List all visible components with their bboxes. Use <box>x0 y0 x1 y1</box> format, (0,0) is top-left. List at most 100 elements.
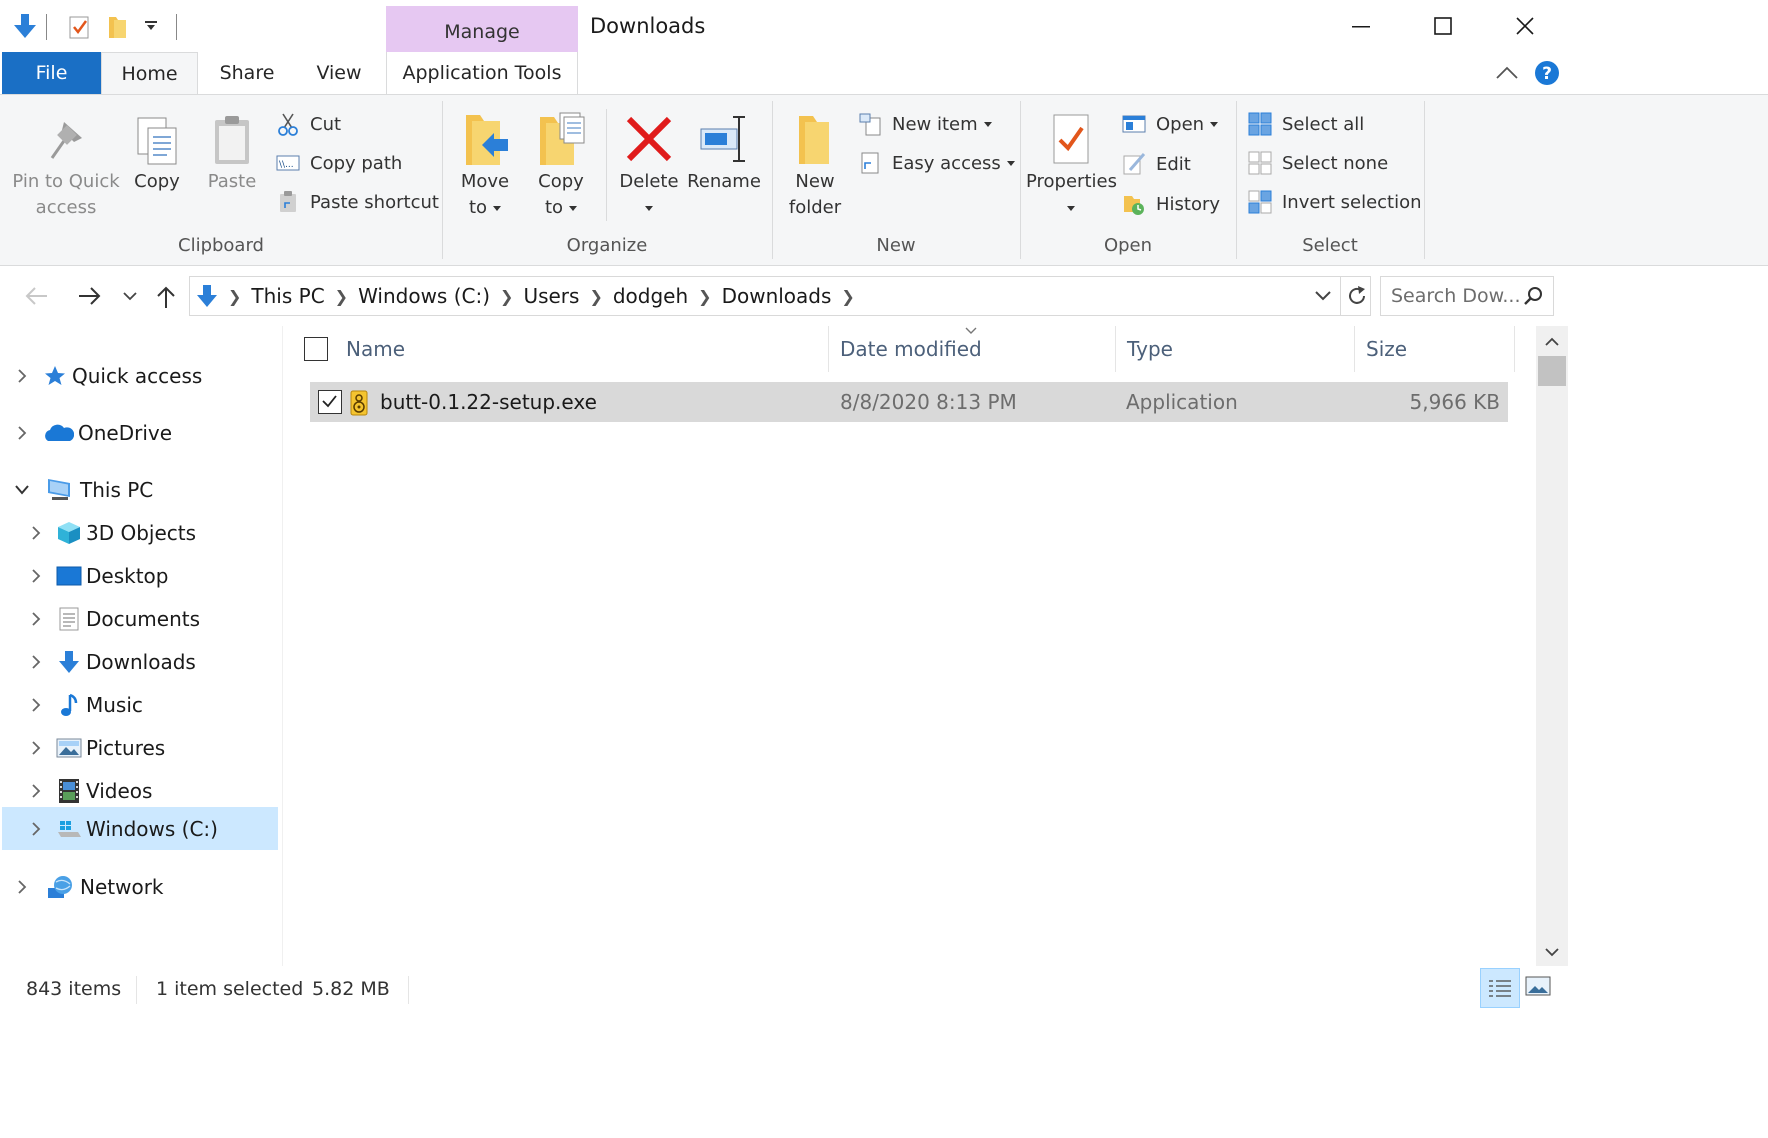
cut-button[interactable]: Cut <box>276 109 341 139</box>
move-to-button[interactable]: Move to <box>452 109 518 221</box>
history-button[interactable]: History <box>1122 189 1220 219</box>
back-arrow-icon[interactable] <box>24 286 50 306</box>
nav-item-documents[interactable]: Documents <box>28 598 200 640</box>
breadcrumb-chevron-icon[interactable]: ❯ <box>589 287 602 306</box>
tab-view[interactable]: View <box>296 52 382 94</box>
nav-item-network[interactable]: Network <box>14 866 164 908</box>
paste-button[interactable]: Paste <box>200 113 264 195</box>
nav-item-this-pc[interactable]: This PC <box>14 469 153 511</box>
column-header-type[interactable]: Type <box>1115 326 1354 372</box>
open-button[interactable]: Open <box>1122 109 1219 139</box>
nav-item-desktop[interactable]: Desktop <box>28 555 168 597</box>
pin-to-quick-access-button[interactable]: Pin to Quick access <box>10 113 122 221</box>
close-button[interactable] <box>1484 0 1566 52</box>
maximize-button[interactable] <box>1402 0 1484 52</box>
breadcrumb-windows-c[interactable]: Windows (C:) <box>358 284 490 308</box>
address-bar[interactable]: ❯ This PC ❯ Windows (C:) ❯ Users ❯ dodge… <box>189 276 1371 316</box>
nav-item-windows-c[interactable]: Windows (C:) <box>28 808 218 850</box>
expand-chevron-icon[interactable] <box>28 611 44 627</box>
breadcrumb-downloads[interactable]: Downloads <box>722 284 832 308</box>
qat-customize-chevron-icon[interactable] <box>144 20 158 32</box>
copy-to-button[interactable]: Copy to <box>528 109 594 221</box>
select-all-button[interactable]: Select all <box>1248 109 1364 139</box>
checkmark-icon <box>322 395 337 408</box>
expand-chevron-icon[interactable] <box>28 654 44 670</box>
table-row[interactable]: butt-0.1.22-setup.exe 8/8/2020 8:13 PM A… <box>310 382 1508 422</box>
edit-button[interactable]: Edit <box>1122 149 1191 179</box>
nav-item-music[interactable]: Music <box>28 684 143 726</box>
properties-check-icon[interactable] <box>68 14 92 40</box>
minimize-button[interactable] <box>1320 0 1402 52</box>
expand-chevron-icon[interactable] <box>28 740 44 756</box>
rename-button[interactable]: Rename <box>686 109 762 195</box>
address-history-chevron-icon[interactable] <box>1314 289 1332 303</box>
scroll-down-arrow-icon[interactable] <box>1544 946 1560 958</box>
expand-chevron-icon[interactable] <box>28 568 44 584</box>
expand-chevron-icon[interactable] <box>14 879 30 895</box>
expand-chevron-icon[interactable] <box>28 783 44 799</box>
nav-item-pictures[interactable]: Pictures <box>28 727 165 769</box>
column-header-size[interactable]: Size <box>1354 326 1514 372</box>
invert-selection-button[interactable]: Invert selection <box>1248 187 1422 217</box>
expand-chevron-icon[interactable] <box>14 425 30 441</box>
column-header-date-modified[interactable]: Date modified <box>828 326 1115 372</box>
recent-locations-chevron-icon[interactable] <box>122 290 138 302</box>
breadcrumb-dodgeh[interactable]: dodgeh <box>613 284 688 308</box>
scrollbar-thumb[interactable] <box>1538 356 1566 386</box>
row-checkbox[interactable] <box>318 390 342 414</box>
breadcrumb-chevron-icon[interactable]: ❯ <box>698 287 711 306</box>
nav-item-downloads[interactable]: Downloads <box>28 641 196 683</box>
help-icon[interactable]: ? <box>1534 60 1560 86</box>
delete-button[interactable]: Delete <box>614 109 684 221</box>
status-bar: 843 items 1 item selected 5.82 MB <box>0 966 1768 1014</box>
ribbon-home: Pin to Quick access Copy Paste Cut \\...… <box>0 94 1768 266</box>
details-view-button[interactable] <box>1480 968 1520 1008</box>
expand-chevron-icon[interactable] <box>14 368 30 384</box>
nav-item-videos[interactable]: Videos <box>28 770 152 812</box>
tab-file[interactable]: File <box>2 52 101 94</box>
search-input[interactable]: Search Dow... <box>1391 285 1520 307</box>
copy-button[interactable]: Copy <box>126 113 188 195</box>
new-folder-qat-icon[interactable] <box>106 14 130 40</box>
breadcrumb-this-pc[interactable]: This PC <box>251 284 324 308</box>
paste-shortcut-button[interactable]: Paste shortcut <box>276 187 439 217</box>
copy-path-button[interactable]: \\... Copy path <box>276 148 402 178</box>
refresh-icon[interactable] <box>1346 285 1368 307</box>
collapse-chevron-icon[interactable] <box>14 484 30 496</box>
expand-chevron-icon[interactable] <box>28 697 44 713</box>
scroll-up-arrow-icon[interactable] <box>1544 336 1560 348</box>
copy-path-label: Copy path <box>310 152 403 174</box>
close-icon <box>1516 17 1534 35</box>
column-separator[interactable] <box>1514 326 1515 372</box>
breadcrumb-chevron-icon[interactable]: ❯ <box>335 287 348 306</box>
new-item-label: New item <box>892 113 978 135</box>
collapse-ribbon-chevron-icon[interactable] <box>1494 64 1520 82</box>
large-icons-view-button[interactable] <box>1524 974 1552 1000</box>
nav-label: Desktop <box>86 564 169 588</box>
nav-item-quick-access[interactable]: Quick access <box>14 355 202 397</box>
quick-access-down-arrow-icon[interactable] <box>12 12 38 40</box>
tab-application-tools[interactable]: Application Tools <box>386 52 578 94</box>
column-header-name[interactable]: Name <box>334 326 828 372</box>
properties-button[interactable]: Properties <box>1026 109 1117 221</box>
new-folder-button[interactable]: New folder <box>782 109 848 221</box>
new-item-button[interactable]: New item <box>858 109 992 139</box>
breadcrumb-chevron-icon[interactable]: ❯ <box>500 287 513 306</box>
tab-share[interactable]: Share <box>204 52 290 94</box>
expand-chevron-icon[interactable] <box>28 525 44 541</box>
tab-home[interactable]: Home <box>101 52 198 95</box>
search-box[interactable]: Search Dow... <box>1380 276 1554 316</box>
selected-size: 5.82 MB <box>312 978 390 1000</box>
breadcrumb-chevron-icon[interactable]: ❯ <box>228 287 241 306</box>
breadcrumb-chevron-icon[interactable]: ❯ <box>841 287 854 306</box>
expand-chevron-icon[interactable] <box>28 821 44 837</box>
nav-item-onedrive[interactable]: OneDrive <box>14 412 172 454</box>
select-all-checkbox[interactable] <box>304 337 328 361</box>
select-none-button[interactable]: Select none <box>1248 148 1388 178</box>
breadcrumb-users[interactable]: Users <box>523 284 579 308</box>
easy-access-button[interactable]: Easy access <box>858 148 1015 178</box>
nav-item-3d-objects[interactable]: 3D Objects <box>28 512 196 554</box>
up-arrow-icon[interactable] <box>156 284 176 310</box>
vertical-scrollbar[interactable] <box>1536 326 1568 966</box>
forward-arrow-icon[interactable] <box>76 286 102 306</box>
